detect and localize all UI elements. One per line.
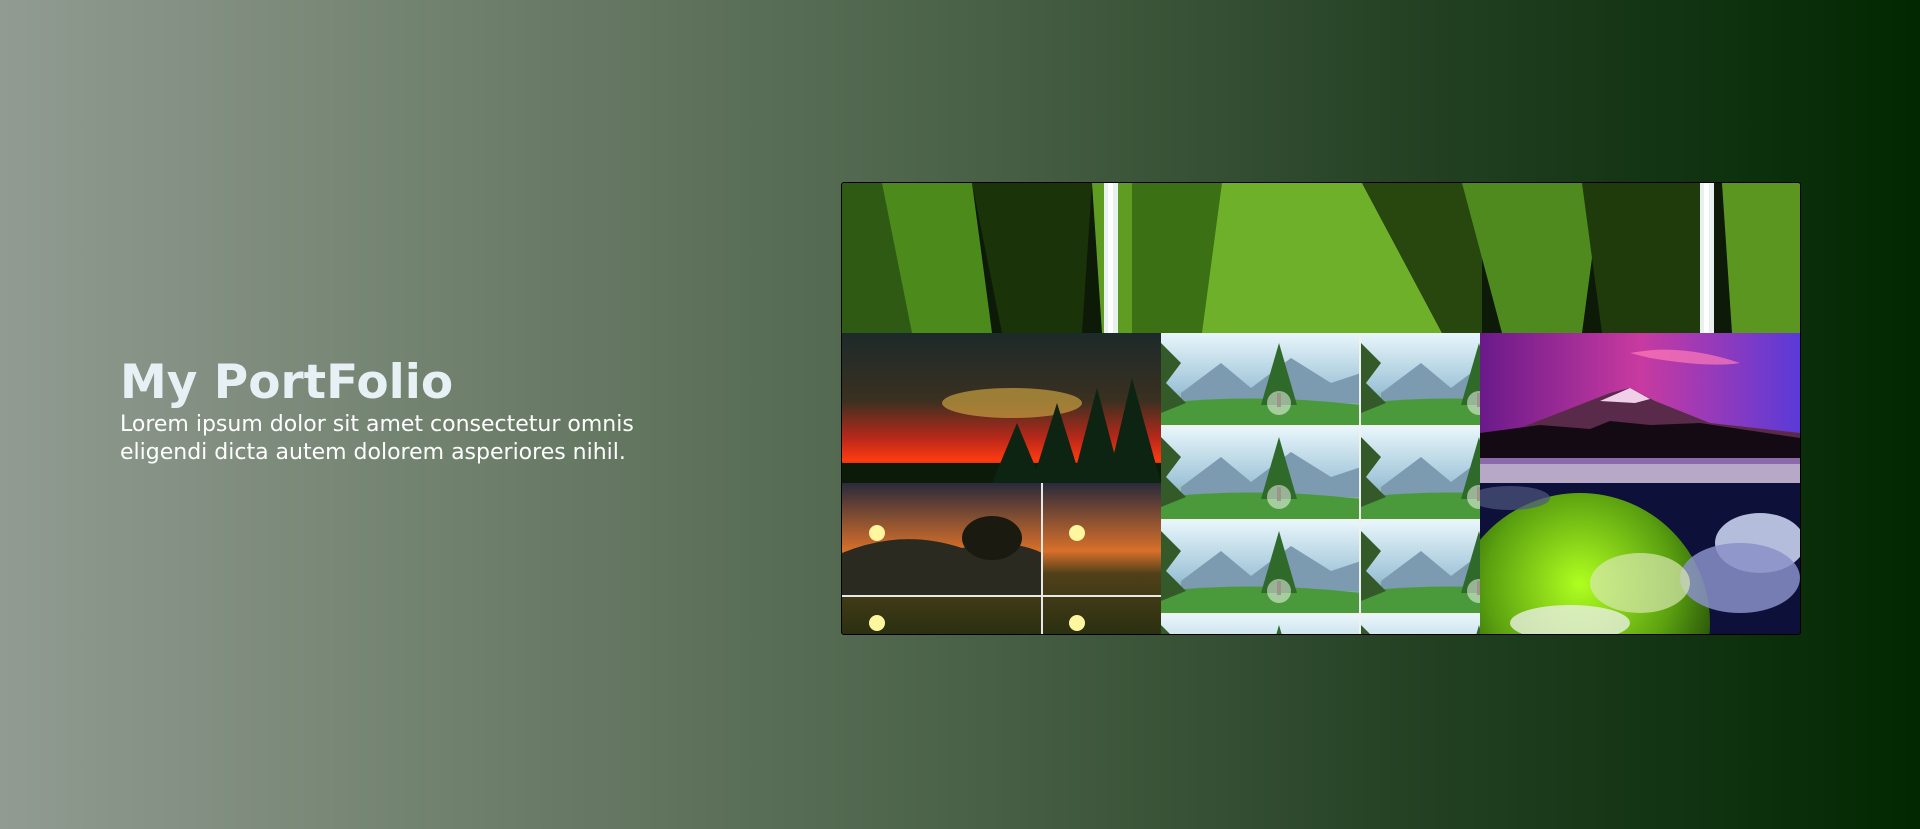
gallery-image-red-sunset-forest[interactable] bbox=[842, 333, 1161, 483]
hero-section: My PortFolio Lorem ipsum dolor sit amet … bbox=[120, 355, 680, 467]
image-gallery bbox=[841, 182, 1801, 635]
gallery-image-purple-mountain-lake[interactable] bbox=[1480, 333, 1800, 483]
page-title: My PortFolio bbox=[120, 355, 454, 410]
hero-description: Lorem ipsum dolor sit amet consectetur o… bbox=[120, 412, 634, 465]
gallery-image-waterfall-cliffs[interactable] bbox=[842, 183, 1800, 333]
gallery-image-lone-tree-meadow[interactable] bbox=[1161, 333, 1480, 634]
gallery-image-sunrise-hills[interactable] bbox=[842, 483, 1161, 634]
gallery-image-green-planet-clouds[interactable] bbox=[1480, 483, 1800, 634]
